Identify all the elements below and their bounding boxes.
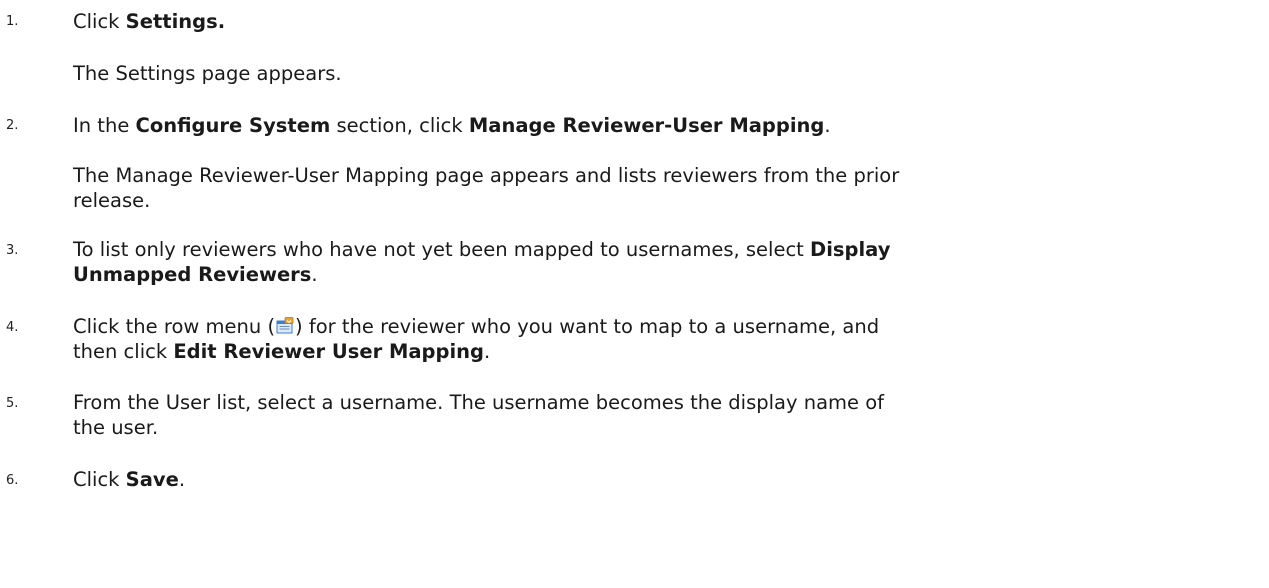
step-result-line: The Manage Reviewer-User Mapping page ap…: [73, 164, 900, 187]
step-instruction-cont: the user.: [73, 416, 159, 439]
step-instruction-cont: Unmapped Reviewers.: [73, 263, 318, 286]
step-instruction-cont: then click Edit Reviewer User Mapping.: [73, 340, 491, 363]
ui-term-edit-reviewer-user-mapping: Edit Reviewer User Mapping: [173, 340, 484, 363]
ui-term-unmapped-reviewers: Unmapped Reviewers: [73, 263, 312, 286]
step-number: 1.: [6, 14, 19, 29]
ui-term-settings: Settings.: [125, 10, 226, 33]
step-result: The Settings page appears.: [73, 62, 342, 85]
ui-term-display: Display: [810, 238, 891, 261]
step-instruction: To list only reviewers who have not yet …: [73, 238, 891, 261]
ui-term-save: Save: [125, 468, 179, 491]
step-instruction: Click Save.: [73, 468, 186, 491]
step-instruction: In the Configure System section, click M…: [73, 114, 831, 137]
step-number: 4.: [6, 320, 19, 335]
row-menu-icon: [276, 316, 294, 334]
ui-term-manage-reviewer-user-mapping: Manage Reviewer-User Mapping: [468, 114, 825, 137]
step-number: 2.: [6, 118, 19, 133]
step-instruction: Click Settings.: [73, 10, 226, 33]
step-instruction: From the User list, select a username. T…: [73, 391, 885, 414]
step-result-line: release.: [73, 189, 151, 212]
step-number: 3.: [6, 243, 19, 258]
step-number: 5.: [6, 396, 19, 411]
step-number: 6.: [6, 473, 19, 488]
step-instruction: Click the row menu () for the reviewer w…: [73, 315, 880, 338]
ui-term-configure-system: Configure System: [135, 114, 331, 137]
